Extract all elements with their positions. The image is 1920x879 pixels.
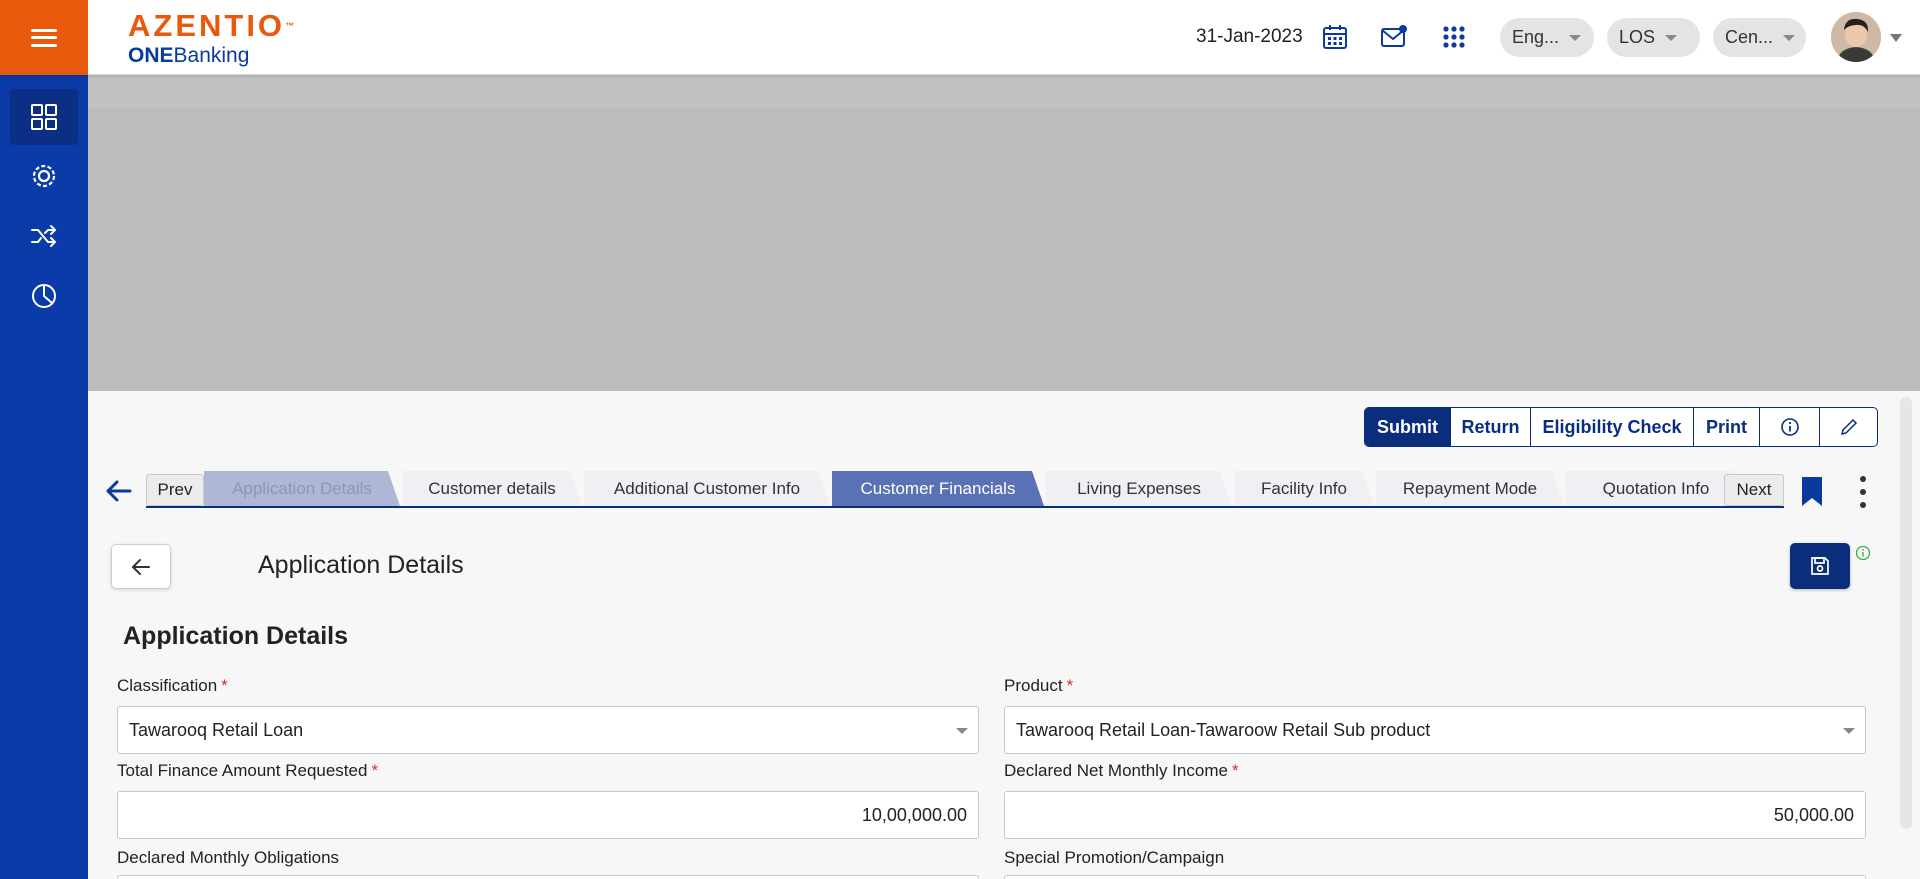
- bookmark-icon[interactable]: [1800, 476, 1824, 508]
- classification-value: Tawarooq Retail Loan: [129, 719, 304, 740]
- sidebar-item-settings[interactable]: [0, 148, 88, 204]
- save-button[interactable]: [1790, 543, 1850, 589]
- dashboard-grid-icon: [31, 104, 57, 130]
- scrollbar[interactable]: [1900, 397, 1912, 829]
- tab-customer-financials[interactable]: Customer Financials: [832, 471, 1044, 506]
- info-button[interactable]: [1759, 408, 1819, 446]
- top-header: AZENTIO™ ONEBanking 31-Jan-2023 Eng... L…: [0, 0, 1920, 75]
- tab-repayment-mode[interactable]: Repayment Mode: [1376, 471, 1564, 506]
- obligations-label: Declared Monthly Obligations: [117, 848, 340, 867]
- tab-facility-info[interactable]: Facility Info: [1234, 471, 1374, 506]
- shuffle-icon: [31, 225, 57, 247]
- action-toolbar: Submit Return Eligibility Check Print: [1364, 407, 1878, 447]
- page-title: Application Details: [258, 551, 464, 579]
- branch-value: Cen...: [1725, 27, 1774, 47]
- finance-amount-label: Total Finance Amount Requested *: [117, 761, 379, 780]
- menu-icon: [31, 28, 57, 47]
- overlay-band: [88, 75, 1920, 108]
- arrow-left-icon: [132, 558, 150, 575]
- net-income-input[interactable]: 50,000.00: [1004, 791, 1866, 839]
- loading-overlay: [88, 75, 1920, 391]
- tab-additional-customer-info[interactable]: Additional Customer Info: [584, 471, 830, 506]
- classification-select[interactable]: Tawarooq Retail Loan: [117, 706, 979, 754]
- tab-application-details[interactable]: Application Details: [204, 471, 400, 506]
- tab-quotation-info[interactable]: Quotation Info: [1566, 471, 1746, 506]
- eligibility-check-button[interactable]: Eligibility Check: [1530, 408, 1693, 446]
- promotion-label: Special Promotion/Campaign: [1004, 848, 1225, 867]
- product-select[interactable]: Tawarooq Retail Loan-Tawaroow Retail Sub…: [1004, 706, 1866, 754]
- settings-gear-icon: [32, 164, 56, 188]
- calendar-icon[interactable]: [1320, 22, 1350, 52]
- chevron-down-icon: [956, 728, 968, 734]
- net-income-value: 50,000.00: [1773, 804, 1854, 825]
- tab-living-expenses[interactable]: Living Expenses: [1046, 471, 1232, 506]
- next-button[interactable]: Next: [1724, 474, 1784, 506]
- brand-name: AZENTIO™: [128, 8, 295, 43]
- module-selector[interactable]: LOS: [1607, 18, 1700, 57]
- promotion-input[interactable]: [1004, 875, 1866, 879]
- branch-selector[interactable]: Cen...: [1713, 18, 1806, 57]
- finance-amount-input[interactable]: 10,00,000.00: [117, 791, 979, 839]
- sidebar: [0, 75, 88, 879]
- edit-button[interactable]: [1819, 408, 1877, 446]
- sidebar-item-workflow[interactable]: [0, 208, 88, 264]
- chevron-down-icon: [1843, 728, 1855, 734]
- finance-amount-value: 10,00,000.00: [861, 804, 967, 825]
- product-value: Tawarooq Retail Loan-Tawaroow Retail Sub…: [1016, 719, 1431, 740]
- avatar[interactable]: [1831, 12, 1881, 62]
- return-button[interactable]: Return: [1450, 408, 1530, 446]
- tab-customer-details[interactable]: Customer details: [402, 471, 582, 506]
- classification-label: Classification *: [117, 676, 228, 695]
- sidebar-item-reports[interactable]: [0, 268, 88, 324]
- profile-menu-caret[interactable]: [1890, 34, 1902, 42]
- product-label: Product *: [1004, 676, 1074, 695]
- net-income-label: Declared Net Monthly Income *: [1004, 761, 1239, 780]
- more-options-icon[interactable]: [1857, 476, 1869, 508]
- language-value: Eng...: [1512, 27, 1560, 47]
- save-icon: [1811, 557, 1829, 575]
- info-icon: [1780, 418, 1799, 436]
- obligations-input[interactable]: [117, 875, 979, 879]
- sub-brand: ONEBanking: [128, 44, 250, 67]
- mail-icon[interactable]: [1379, 22, 1409, 52]
- help-info-icon[interactable]: [1855, 545, 1871, 561]
- edit-pencil-icon: [1840, 418, 1857, 436]
- menu-button[interactable]: [0, 0, 88, 75]
- submit-button[interactable]: Submit: [1365, 408, 1450, 446]
- back-arrow-icon[interactable]: [104, 476, 134, 506]
- language-selector[interactable]: Eng...: [1500, 18, 1594, 57]
- pie-chart-icon: [32, 284, 56, 308]
- print-button[interactable]: Print: [1693, 408, 1759, 446]
- section-title: Application Details: [123, 622, 349, 650]
- stage-tab-bar: Prev Application Details Customer detail…: [146, 471, 1784, 508]
- business-date: 31-Jan-2023: [1196, 26, 1303, 47]
- page-back-button[interactable]: [111, 544, 171, 589]
- apps-grid-icon[interactable]: [1439, 22, 1469, 52]
- chevron-down-icon: [1665, 34, 1678, 41]
- chevron-down-icon: [1783, 34, 1796, 41]
- chevron-down-icon: [1569, 34, 1582, 41]
- module-value: LOS: [1619, 27, 1656, 47]
- sidebar-item-dashboard[interactable]: [10, 89, 78, 145]
- app-logo: AZENTIO™ ONEBanking: [128, 10, 294, 68]
- prev-button[interactable]: Prev: [146, 474, 204, 506]
